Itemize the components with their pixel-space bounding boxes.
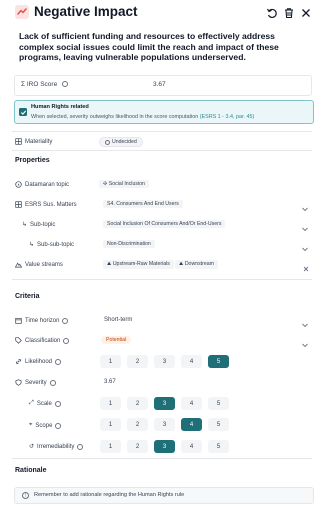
rationale-heading: Rationale <box>15 467 47 474</box>
likelihood-label: Likelihood <box>15 358 62 365</box>
scope-option-4[interactable]: 4 <box>181 418 202 431</box>
iro-score-value: 3.67 <box>153 81 166 88</box>
scope-option-5[interactable]: 5 <box>208 418 229 431</box>
subsubtopic-value[interactable]: Non-Discrimination <box>103 240 155 248</box>
subtopic-value[interactable]: Social Inclusion Of Consumers And/Or End… <box>103 220 226 228</box>
irremediability-option-5[interactable]: 5 <box>208 440 229 453</box>
scale-icon: ⤢ <box>29 400 34 406</box>
value-stream-chip[interactable]: ⛰ Downstream <box>175 260 218 269</box>
tag-icon <box>15 337 22 344</box>
irremediability-option-4[interactable]: 4 <box>181 440 202 453</box>
info-icon <box>54 400 61 407</box>
time-horizon-label: Time horizon <box>15 317 69 324</box>
esrs-label: ESRS Sus. Matters <box>15 201 77 208</box>
divider <box>12 279 312 280</box>
info-icon <box>49 379 56 386</box>
subtopic-label: ↳ Sub-topic <box>22 221 56 229</box>
human-rights-checkbox[interactable] <box>19 108 27 116</box>
chevron-down-icon[interactable] <box>301 220 309 232</box>
rotate-icon: ↺ <box>29 444 35 450</box>
divider <box>12 458 312 459</box>
datamaran-topic-value[interactable]: ✣ Social Inclusion <box>99 180 149 188</box>
scale-option-5[interactable]: 5 <box>208 397 229 410</box>
compass-icon <box>15 181 22 188</box>
info-icon <box>55 422 62 429</box>
impact-description[interactable]: Lack of sufficient funding and resources… <box>19 31 311 63</box>
likelihood-option-2[interactable]: 2 <box>127 355 148 368</box>
negative-impact-icon <box>15 5 29 19</box>
chevron-down-icon[interactable] <box>301 316 309 328</box>
scale-label: ⤢ Scale <box>29 400 61 407</box>
irremediability-option-3[interactable]: 3 <box>154 440 175 453</box>
irremediability-selector: 12345 <box>100 440 229 453</box>
criteria-heading: Criteria <box>15 293 40 300</box>
undo-icon[interactable] <box>266 6 278 19</box>
likelihood-option-5[interactable]: 5 <box>208 355 229 368</box>
scope-icon: ⌖ <box>29 422 33 428</box>
materiality-badge[interactable]: Undecided <box>99 137 143 147</box>
likelihood-option-1[interactable]: 1 <box>100 355 121 368</box>
irremediability-option-1[interactable]: 1 <box>100 440 121 453</box>
severity-label: Severity <box>15 379 56 386</box>
likelihood-selector: 12345 <box>100 355 229 368</box>
grid-icon <box>15 138 22 145</box>
likelihood-option-3[interactable]: 3 <box>154 355 175 368</box>
info-icon <box>55 358 62 365</box>
scale-option-1[interactable]: 1 <box>100 397 121 410</box>
subsubtopic-label: ↳ Sub-sub-topic <box>29 241 75 249</box>
properties-heading: Properties <box>15 157 50 164</box>
human-rights-description: When selected, severity outweighs likeli… <box>31 114 255 120</box>
divider <box>12 150 312 151</box>
calendar-icon <box>15 317 22 324</box>
grid-icon <box>15 201 22 208</box>
irremediability-label: ↺ Irremediability <box>29 443 84 450</box>
scale-option-3[interactable]: 3 <box>154 397 175 410</box>
chevron-down-icon[interactable] <box>301 240 309 252</box>
severity-value: 3.67 <box>104 379 116 385</box>
iro-score-label: Σ IRO Score <box>21 81 68 88</box>
value-stream-chip[interactable]: ⛰ Upstream-Raw Materials <box>103 260 174 269</box>
panel-title: Negative Impact <box>34 4 138 19</box>
classification-label: Classification <box>15 337 70 344</box>
esrs-reference-link[interactable]: (ESRS 1 - 3.4, par. 45) <box>200 114 255 120</box>
mountain-icon <box>15 262 22 268</box>
info-icon[interactable] <box>62 81 68 88</box>
trash-icon[interactable] <box>283 6 295 19</box>
scale-option-4[interactable]: 4 <box>181 397 202 410</box>
clear-icon[interactable] <box>302 260 310 272</box>
scale-selector: 12345 <box>100 397 229 410</box>
time-horizon-value[interactable]: Short-term <box>104 317 132 323</box>
shield-icon <box>15 379 22 386</box>
materiality-label: Materiality <box>15 138 52 145</box>
scope-option-2[interactable]: 2 <box>127 418 148 431</box>
info-icon: ! <box>22 492 29 499</box>
info-icon <box>62 317 69 324</box>
esrs-value[interactable]: S4. Consumers And End Users <box>103 200 183 208</box>
chevron-down-icon[interactable] <box>301 200 309 212</box>
scope-label: ⌖ Scope <box>29 422 62 429</box>
datamaran-topic-label: Datamaran topic <box>15 181 69 188</box>
chevron-down-icon[interactable] <box>301 336 309 348</box>
scope-option-1[interactable]: 1 <box>100 418 121 431</box>
sigma-icon: Σ <box>21 81 26 88</box>
scope-selector: 12345 <box>100 418 229 431</box>
human-rights-title: Human Rights related <box>31 104 89 110</box>
likelihood-option-4[interactable]: 4 <box>181 355 202 368</box>
subitem-arrow-icon: ↳ <box>22 222 28 228</box>
rationale-notice-text: Remember to add rationale regarding the … <box>34 492 185 498</box>
divider <box>12 131 312 132</box>
scope-option-3[interactable]: 3 <box>154 418 175 431</box>
circle-icon <box>105 139 110 145</box>
value-streams-label: Value streams <box>15 261 63 268</box>
link-icon <box>15 358 22 365</box>
info-icon <box>63 337 70 344</box>
info-icon <box>77 443 84 450</box>
irremediability-option-2[interactable]: 2 <box>127 440 148 453</box>
panel-header: Negative Impact <box>0 0 324 24</box>
subitem-arrow-icon: ↳ <box>29 242 35 248</box>
classification-badge[interactable]: Potential <box>101 336 132 344</box>
close-icon[interactable] <box>300 6 312 18</box>
scale-option-2[interactable]: 2 <box>127 397 148 410</box>
